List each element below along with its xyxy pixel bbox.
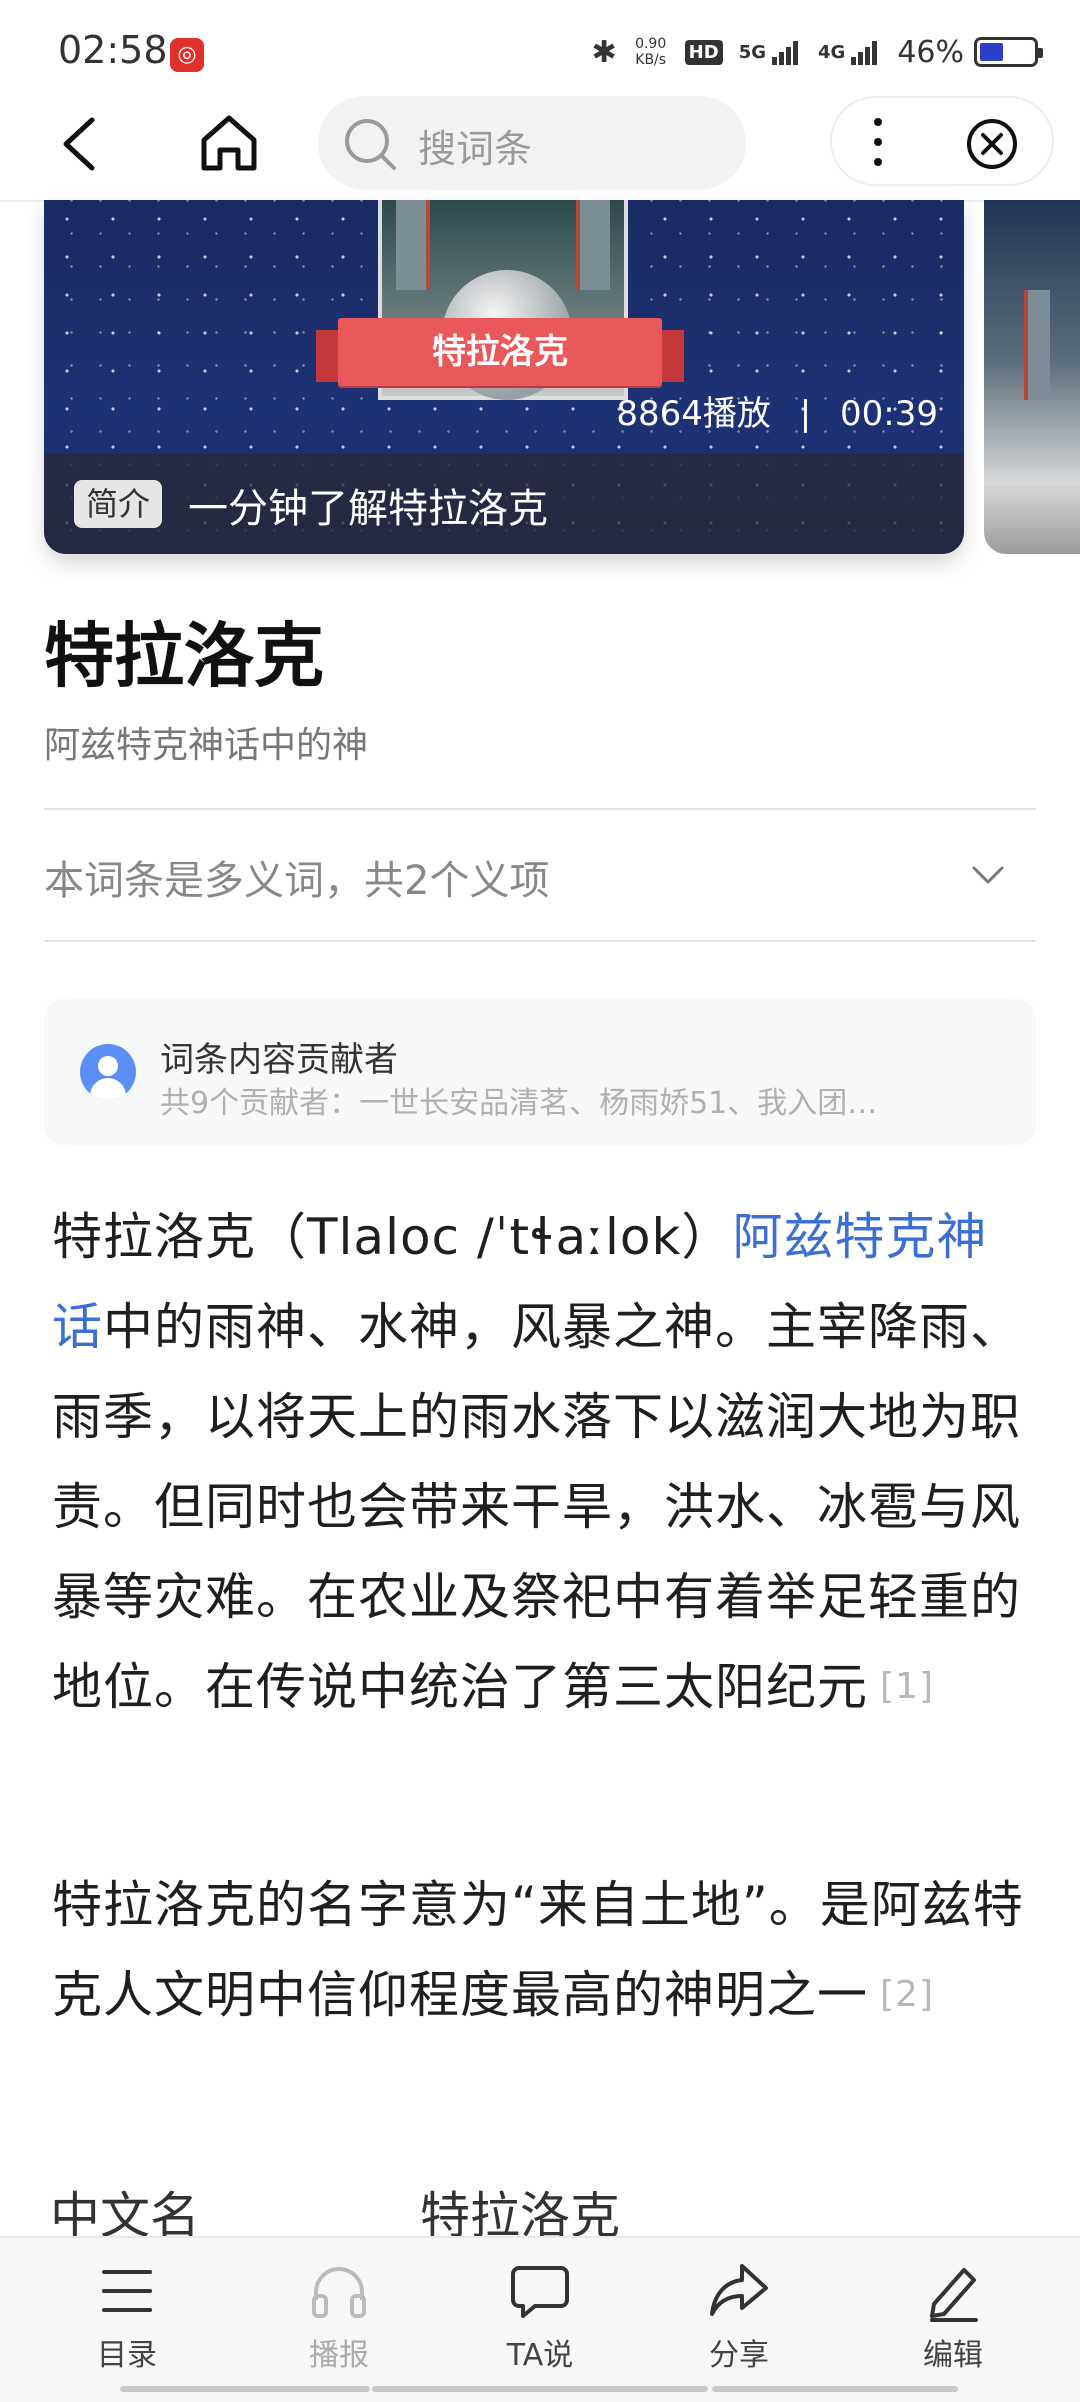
avatar-head: [98, 1056, 118, 1076]
avatar-icon: [80, 1044, 136, 1100]
contributors-title: 词条内容贡献者: [160, 1040, 398, 1080]
signal-5g-label: 5G: [738, 41, 766, 63]
hd-voice-badge: HD: [684, 39, 723, 65]
figure-pillar-left: [396, 200, 430, 290]
next-video-thumbnail: [1024, 290, 1050, 400]
video-card[interactable]: 特拉洛克 8864播放 | 00:39 简介 一分钟了解特拉洛克: [44, 200, 964, 554]
chat-bubble-icon: [511, 2266, 569, 2318]
bottom-toolbar: 目录 播报 TA说 分享 编辑: [0, 2236, 1080, 2402]
status-time: 02:58: [58, 28, 168, 72]
contributors-list: 共9个贡献者：一世长安品清茗、杨雨娇51、我入团…: [160, 1086, 878, 1121]
close-icon[interactable]: [966, 118, 1018, 170]
polysemy-text: 本词条是多义词，共2个义项: [44, 858, 550, 904]
status-indicators: ✱ 0.90 KB/s HD 5G 4G 46%: [592, 28, 1080, 76]
menu-list-icon: [102, 2270, 152, 2312]
share-arrow-icon: [710, 2264, 768, 2316]
ta-say-button[interactable]: TA说: [475, 2258, 605, 2378]
reference-link[interactable]: [1]: [880, 1666, 934, 1707]
scroll-indicator: [120, 2386, 370, 2392]
edit-label: 编辑: [923, 2338, 983, 2373]
headphones-icon: [312, 2267, 366, 2318]
video-title: 一分钟了解特拉洛克: [188, 486, 548, 532]
mini-program-capsule: [830, 96, 1054, 186]
signal-4g-label: 4G: [818, 41, 846, 63]
scroll-indicator: [712, 2386, 958, 2392]
share-label: 分享: [709, 2338, 769, 2373]
summary-text: 特拉洛克（Tlaloc /ˈtɬaːlok）: [52, 1208, 733, 1266]
toc-button[interactable]: 目录: [62, 2258, 192, 2378]
home-icon[interactable]: [196, 110, 262, 176]
video-play-count: 8864播放: [616, 394, 771, 434]
page-subtitle: 阿兹特克神话中的神: [44, 725, 369, 766]
summary-text: 中的雨神、水神，风暴之神。主宰降雨、雨季，以将天上的雨水落下以滋润大地为职责。但…: [52, 1298, 1021, 1716]
network-speed-value: 0.90: [635, 36, 667, 52]
search-input[interactable]: 搜词条: [318, 96, 746, 190]
battery-level: [980, 43, 1003, 61]
signal-bars-icon: [851, 39, 879, 65]
signal-bars-icon: [772, 39, 800, 65]
back-arrow-icon[interactable]: [52, 114, 112, 174]
contributors-card[interactable]: 词条内容贡献者 共9个贡献者：一世长安品清茗、杨雨娇51、我入团…: [44, 998, 1036, 1146]
search-icon: [345, 119, 396, 170]
battery-percent: 46%: [897, 34, 964, 70]
netease-music-icon: ◎: [170, 38, 204, 72]
polysemy-selector[interactable]: 本词条是多义词，共2个义项: [44, 810, 1036, 940]
video-stats: 8864播放 | 00:39: [616, 386, 938, 435]
video-caption-bar: 简介 一分钟了解特拉洛克: [44, 454, 964, 554]
pencil-icon: [930, 2268, 978, 2322]
next-video-card[interactable]: [984, 200, 1080, 554]
reference-link[interactable]: [2]: [880, 1974, 934, 2015]
broadcast-button[interactable]: 播报: [274, 2258, 404, 2378]
video-stats-separator: |: [799, 394, 812, 434]
video-banner-text: 特拉洛克: [338, 318, 662, 386]
scroll-indicator: [372, 2386, 708, 2392]
summary-paragraph-2: 特拉洛克的名字意为“来自土地”。是阿兹特克人文明中信仰程度最高的神明之一 [2]: [52, 1860, 1032, 2040]
summary-text: 特拉洛克的名字意为“来自土地”。是阿兹特克人文明中信仰程度最高的神明之一: [52, 1876, 1024, 2024]
ta-say-label: TA说: [506, 2338, 574, 2373]
page-title: 特拉洛克: [44, 615, 324, 697]
search-placeholder: 搜词条: [418, 127, 533, 171]
status-bar: 02:58 ◎ ✱ 0.90 KB/s HD 5G 4G 46%: [0, 0, 1080, 96]
video-tag: 简介: [74, 480, 163, 528]
avatar-body: [90, 1078, 126, 1100]
bluetooth-icon: ✱: [591, 34, 617, 70]
figure-pillar-right: [576, 200, 610, 290]
video-duration: 00:39: [840, 394, 938, 434]
network-speed: 0.90 KB/s: [631, 36, 671, 68]
summary-paragraph-1: 特拉洛克（Tlaloc /ˈtɬaːlok）阿兹特克神话中的雨神、水神，风暴之神…: [52, 1192, 1032, 1732]
network-speed-unit: KB/s: [635, 52, 667, 68]
divider: [44, 940, 1036, 942]
edit-button[interactable]: 编辑: [888, 2258, 1018, 2378]
toc-label: 目录: [97, 2338, 157, 2373]
chevron-down-icon: [972, 866, 1004, 884]
broadcast-label: 播报: [309, 2338, 369, 2373]
share-button[interactable]: 分享: [674, 2258, 804, 2378]
more-options-icon[interactable]: [866, 114, 890, 170]
top-nav-bar: 搜词条: [0, 96, 1080, 202]
battery-icon: [974, 37, 1043, 67]
